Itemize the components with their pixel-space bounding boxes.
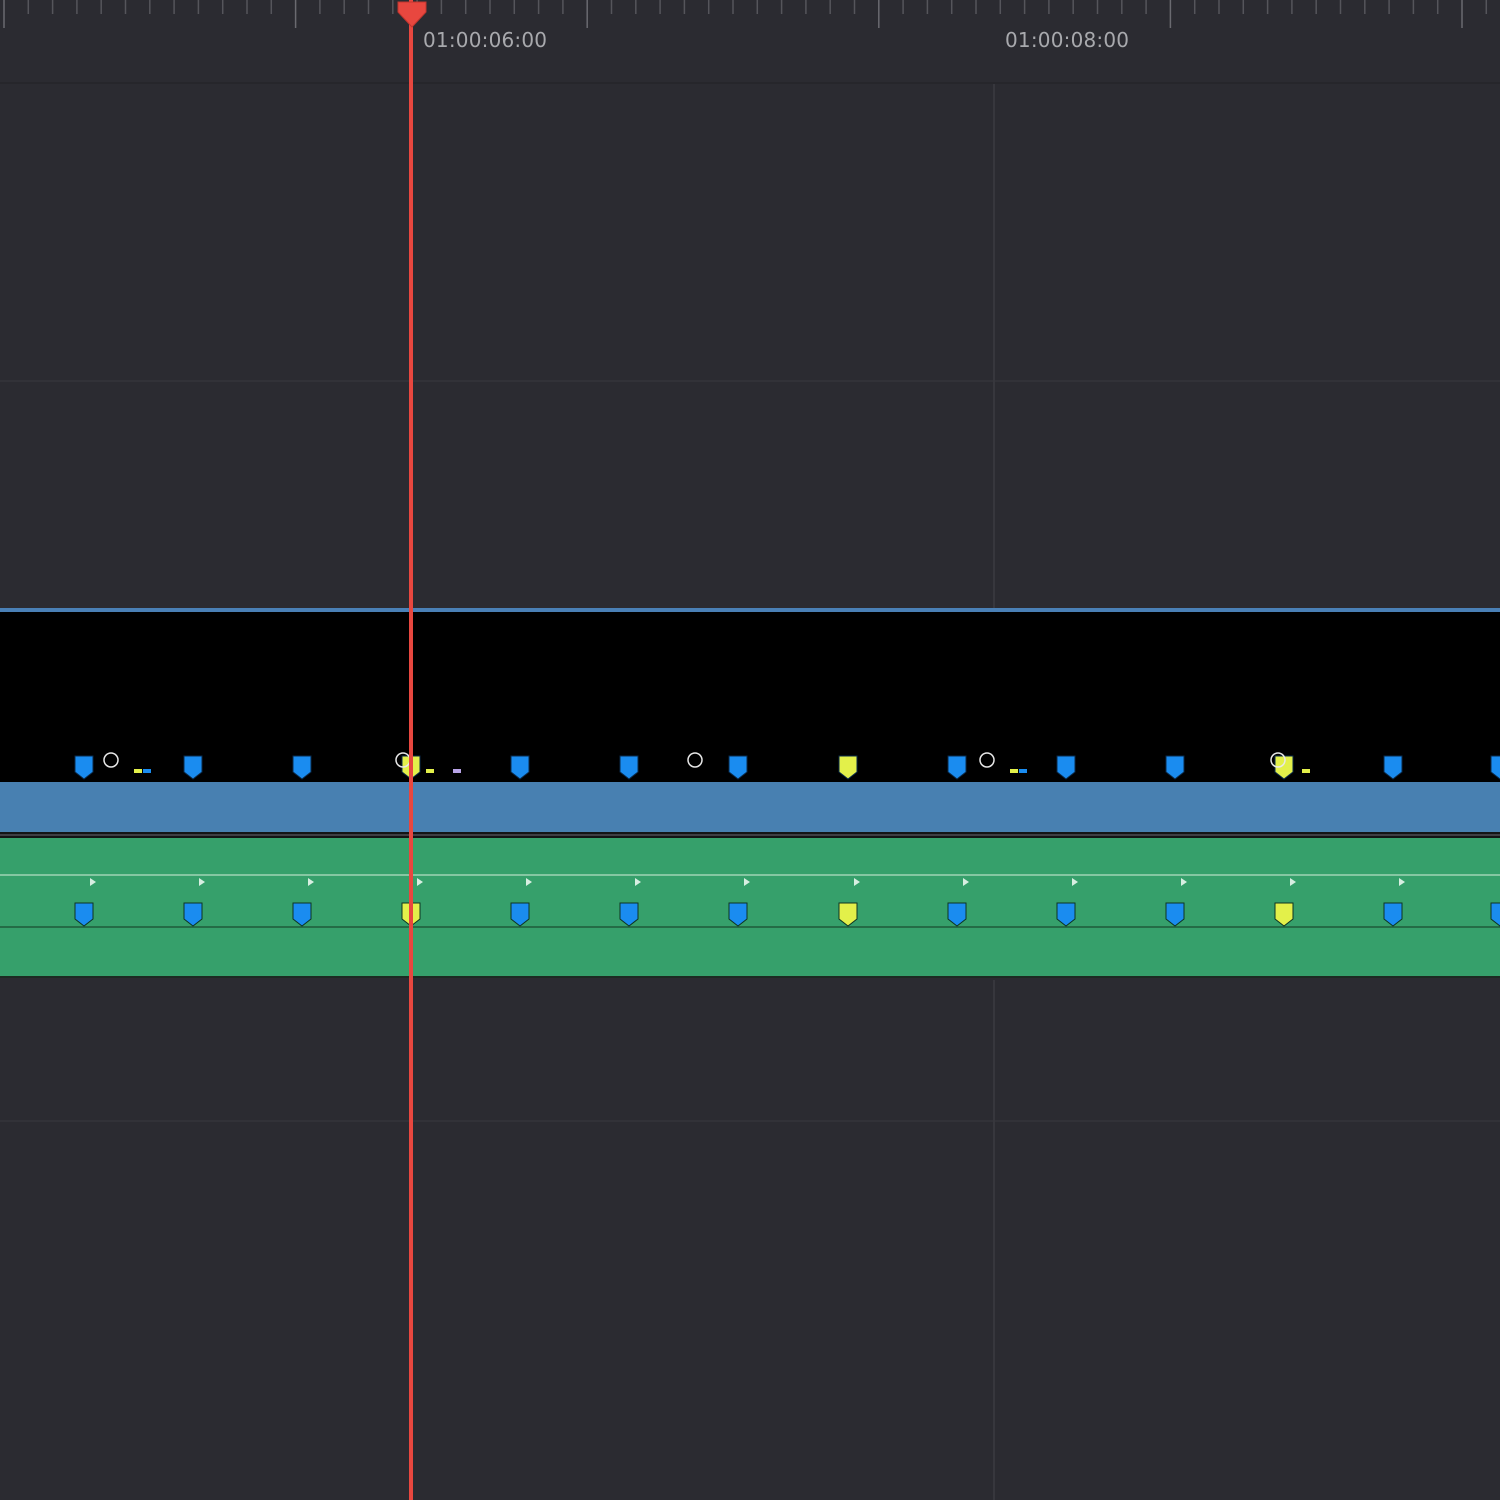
- marker-icon: [1383, 755, 1403, 780]
- marker-icon: [510, 755, 530, 780]
- ruler-ticks: [3, 0, 1488, 28]
- marker-icon: [292, 902, 312, 927]
- flag-icon: [426, 769, 434, 773]
- audio-keyframe-icon: [963, 878, 969, 886]
- marker-icon: [1056, 755, 1076, 780]
- marker-icon: [74, 755, 94, 780]
- marker-icon: [1056, 902, 1076, 927]
- playhead-icon[interactable]: [396, 0, 428, 28]
- marker-icon: [947, 902, 967, 927]
- marker-icon: [619, 902, 639, 927]
- marker-icon: [1165, 902, 1185, 927]
- flag-icon: [453, 769, 461, 773]
- audio-keyframe-icon: [1399, 878, 1405, 886]
- audio-keyframe-icon: [90, 878, 96, 886]
- grid-line: [993, 980, 995, 1500]
- audio-keyframe-icon: [1181, 878, 1187, 886]
- audio-keyframe-icon: [308, 878, 314, 886]
- marker-icon: [619, 755, 639, 780]
- audio-keyframe-icon: [1072, 878, 1078, 886]
- flag-icon: [143, 769, 151, 773]
- flag-icon: [1019, 769, 1027, 773]
- marker-icon: [947, 755, 967, 780]
- audio-keyframe-icon: [1290, 878, 1296, 886]
- flag-icon: [134, 769, 142, 773]
- marker-icon: [1165, 755, 1185, 780]
- marker-icon: [292, 755, 312, 780]
- audio-waveform-overlay: [0, 874, 1500, 928]
- marker-icon: [183, 755, 203, 780]
- flag-icon: [1010, 769, 1018, 773]
- marker-icon: [1490, 902, 1500, 927]
- keyframe-icon: [103, 752, 119, 768]
- marker-icon: [728, 755, 748, 780]
- video-markers: [74, 752, 1500, 780]
- timecode-label: 01:00:08:00: [1005, 28, 1130, 52]
- audio-keyframe-icon: [417, 878, 423, 886]
- audio-keyframe-icon: [744, 878, 750, 886]
- playhead-line[interactable]: [409, 0, 413, 1500]
- audio-keyframe-icon: [526, 878, 532, 886]
- marker-icon: [838, 902, 858, 927]
- audio-keyframe-icon: [854, 878, 860, 886]
- timecode-label: 01:00:06:00: [423, 28, 548, 52]
- timeline-ruler[interactable]: 01:00:06:00 01:00:08:00: [0, 0, 1500, 84]
- track-divider: [0, 380, 1500, 382]
- track-divider: [0, 1120, 1500, 1122]
- marker-icon: [1490, 755, 1500, 780]
- grid-line: [993, 84, 995, 608]
- flag-icon: [1302, 769, 1310, 773]
- marker-icon: [728, 902, 748, 927]
- marker-icon: [1274, 902, 1294, 927]
- audio-keyframe-icon: [635, 878, 641, 886]
- keyframe-icon: [687, 752, 703, 768]
- marker-icon: [74, 902, 94, 927]
- marker-icon: [1383, 902, 1403, 927]
- marker-icon: [838, 755, 858, 780]
- marker-icon: [510, 902, 530, 927]
- marker-icon: [183, 902, 203, 927]
- audio-keyframe-icon: [199, 878, 205, 886]
- keyframe-icon: [979, 752, 995, 768]
